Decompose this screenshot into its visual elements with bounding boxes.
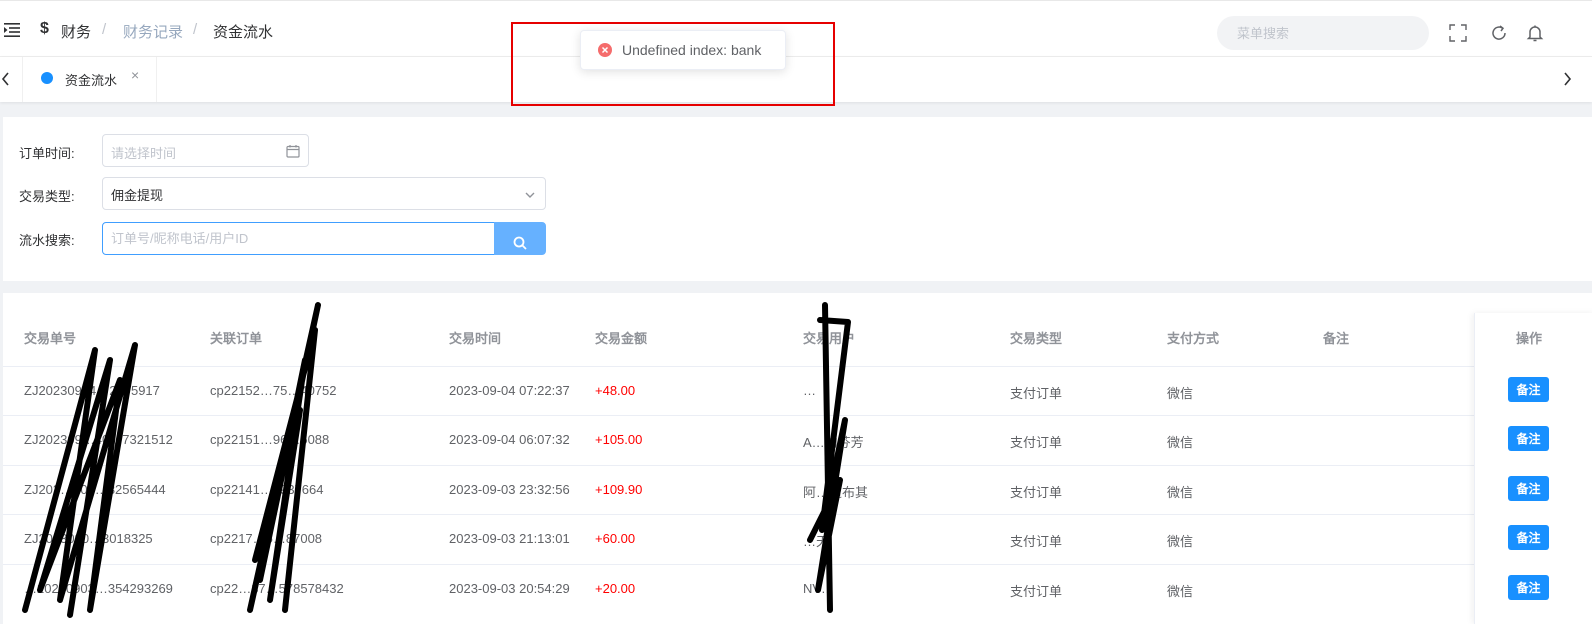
error-toast: Undefined index: bank bbox=[580, 30, 786, 70]
toast-message: Undefined index: bank bbox=[622, 42, 762, 58]
error-icon bbox=[598, 43, 612, 57]
